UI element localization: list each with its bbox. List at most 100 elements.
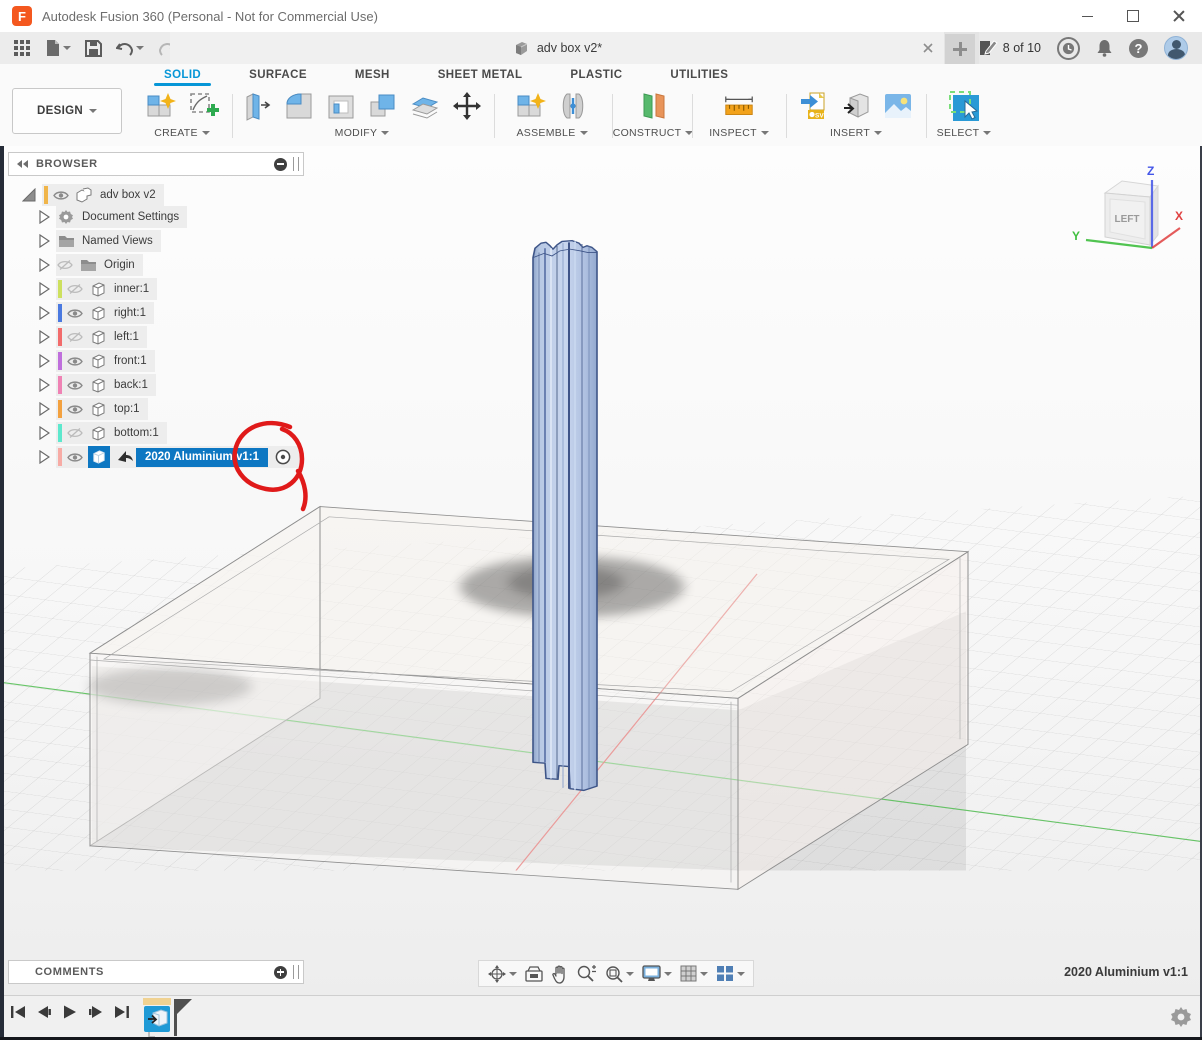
ground-indicator-icon[interactable]	[274, 448, 292, 466]
visibility-eye-off-icon[interactable]	[66, 331, 84, 343]
viewcube-face-label[interactable]: LEFT	[1115, 214, 1140, 225]
shell-button[interactable]	[324, 89, 358, 123]
tab-utilities[interactable]: UTILITIES	[646, 64, 752, 86]
visibility-eye-icon[interactable]	[52, 190, 70, 201]
component-color-bar[interactable]	[58, 400, 62, 418]
tree-row-top[interactable]: top:1	[38, 398, 148, 420]
new-component-button[interactable]	[514, 89, 548, 123]
expand-arrow-icon[interactable]	[38, 258, 50, 272]
visibility-eye-off-icon[interactable]	[66, 283, 84, 295]
component-color-bar[interactable]	[58, 304, 62, 322]
move-copy-button[interactable]	[450, 89, 484, 123]
new-body-button[interactable]	[144, 89, 178, 123]
browser-panel-header[interactable]: BROWSER	[8, 152, 304, 176]
browser-item-label[interactable]: Named Views	[82, 235, 153, 247]
zoom-button[interactable]	[576, 964, 597, 984]
browser-item-label[interactable]: right:1	[114, 307, 146, 319]
visibility-eye-icon[interactable]	[66, 356, 84, 367]
job-status-button[interactable]	[1057, 37, 1080, 60]
tab-plastic[interactable]: PLASTIC	[546, 64, 646, 86]
minimize-button[interactable]	[1064, 0, 1110, 32]
browser-item-label[interactable]: top:1	[114, 403, 140, 415]
browser-item-label[interactable]: Origin	[104, 259, 135, 271]
file-menu-button[interactable]	[41, 37, 75, 59]
close-button[interactable]	[1156, 0, 1202, 32]
play-button[interactable]	[62, 1004, 78, 1020]
insert-svg-button[interactable]: SVG	[797, 89, 831, 123]
tree-row-left[interactable]: left:1	[38, 326, 147, 348]
save-button[interactable]	[81, 38, 106, 59]
select-dropdown[interactable]: SELECT	[930, 127, 998, 139]
selected-item-label[interactable]: 2020 Aluminium v1:1	[136, 448, 268, 467]
tree-row-document-settings[interactable]: Document Settings	[38, 206, 187, 228]
aluminium-extrusion-body[interactable]	[533, 241, 597, 791]
tree-row-right[interactable]: right:1	[38, 302, 154, 324]
step-back-button[interactable]	[36, 1004, 52, 1020]
construct-plane-button[interactable]	[636, 89, 670, 123]
expand-arrow-icon[interactable]	[38, 282, 50, 296]
tab-solid[interactable]: SOLID	[140, 64, 225, 86]
browser-item-label[interactable]: inner:1	[114, 283, 149, 295]
go-to-start-button[interactable]	[10, 1004, 26, 1020]
browser-item-label[interactable]: bottom:1	[114, 427, 159, 439]
step-forward-button[interactable]	[88, 1004, 104, 1020]
browser-item-label[interactable]: back:1	[114, 379, 148, 391]
look-at-button[interactable]	[524, 965, 544, 983]
expand-arrow-icon[interactable]	[38, 354, 50, 368]
viewport-canvas[interactable]	[0, 146, 1202, 995]
viewports-button[interactable]	[715, 964, 745, 983]
browser-minimize-icon[interactable]	[274, 158, 287, 171]
expand-arrow-icon[interactable]	[38, 450, 50, 464]
browser-drag-handle[interactable]	[293, 157, 299, 171]
comments-drag-handle[interactable]	[293, 965, 299, 979]
assemble-dropdown[interactable]: ASSEMBLE	[498, 127, 606, 139]
display-settings-button[interactable]	[641, 964, 672, 983]
document-tab[interactable]: adv box v2*	[170, 32, 944, 64]
add-comment-icon[interactable]	[274, 966, 287, 979]
expand-arrow-icon[interactable]	[38, 210, 50, 224]
fit-button[interactable]	[604, 964, 634, 984]
document-tab-close-icon[interactable]	[920, 40, 936, 56]
expand-arrow-icon[interactable]	[38, 330, 50, 344]
visibility-eye-icon[interactable]	[66, 452, 84, 463]
component-color-bar[interactable]	[58, 424, 62, 442]
comments-panel-header[interactable]: COMMENTS	[8, 960, 304, 984]
create-sketch-button[interactable]	[186, 89, 220, 123]
expand-arrow-icon[interactable]	[22, 188, 36, 202]
timeline-settings-gear-icon[interactable]	[1170, 1006, 1192, 1028]
expand-arrow-icon[interactable]	[38, 378, 50, 392]
app-grid-button[interactable]	[10, 38, 35, 59]
browser-item-label[interactable]: left:1	[114, 331, 139, 343]
create-dropdown[interactable]: CREATE	[136, 127, 228, 139]
press-pull-button[interactable]	[240, 89, 274, 123]
tree-row-front[interactable]: front:1	[38, 350, 155, 372]
insert-dropdown[interactable]: INSERT	[790, 127, 922, 139]
combine-button[interactable]	[366, 89, 400, 123]
timeline-insert-feature[interactable]	[144, 1006, 170, 1032]
measure-button[interactable]	[722, 89, 756, 123]
tab-surface[interactable]: SURFACE	[225, 64, 331, 86]
timeline-position-marker[interactable]	[174, 999, 192, 1036]
tab-mesh[interactable]: MESH	[331, 64, 414, 86]
inspect-dropdown[interactable]: INSPECT	[696, 127, 782, 139]
visibility-eye-icon[interactable]	[66, 308, 84, 319]
tree-row-origin[interactable]: Origin	[38, 254, 143, 276]
grid-layout-button[interactable]	[679, 964, 708, 983]
workspace-selector[interactable]: DESIGN	[12, 88, 122, 134]
select-button[interactable]	[947, 89, 981, 123]
free-edits-counter[interactable]: 8 of 10	[979, 39, 1041, 57]
tree-row-back[interactable]: back:1	[38, 374, 156, 396]
orbit-button[interactable]	[487, 964, 517, 984]
tab-sheet-metal[interactable]: SHEET METAL	[414, 64, 547, 86]
expand-arrow-icon[interactable]	[38, 402, 50, 416]
tree-row-2020-aluminium[interactable]: 2020 Aluminium v1:1	[38, 446, 300, 468]
notifications-bell-icon[interactable]	[1096, 39, 1113, 57]
component-color-bar[interactable]	[44, 186, 48, 204]
expand-arrow-icon[interactable]	[38, 234, 50, 248]
construct-dropdown[interactable]: CONSTRUCT	[616, 127, 690, 139]
modify-dropdown[interactable]: MODIFY	[236, 127, 488, 139]
component-color-bar[interactable]	[58, 280, 62, 298]
tree-row-root[interactable]: adv box v2	[22, 184, 164, 206]
insert-canvas-button[interactable]	[881, 89, 915, 123]
undo-button[interactable]	[112, 39, 148, 58]
